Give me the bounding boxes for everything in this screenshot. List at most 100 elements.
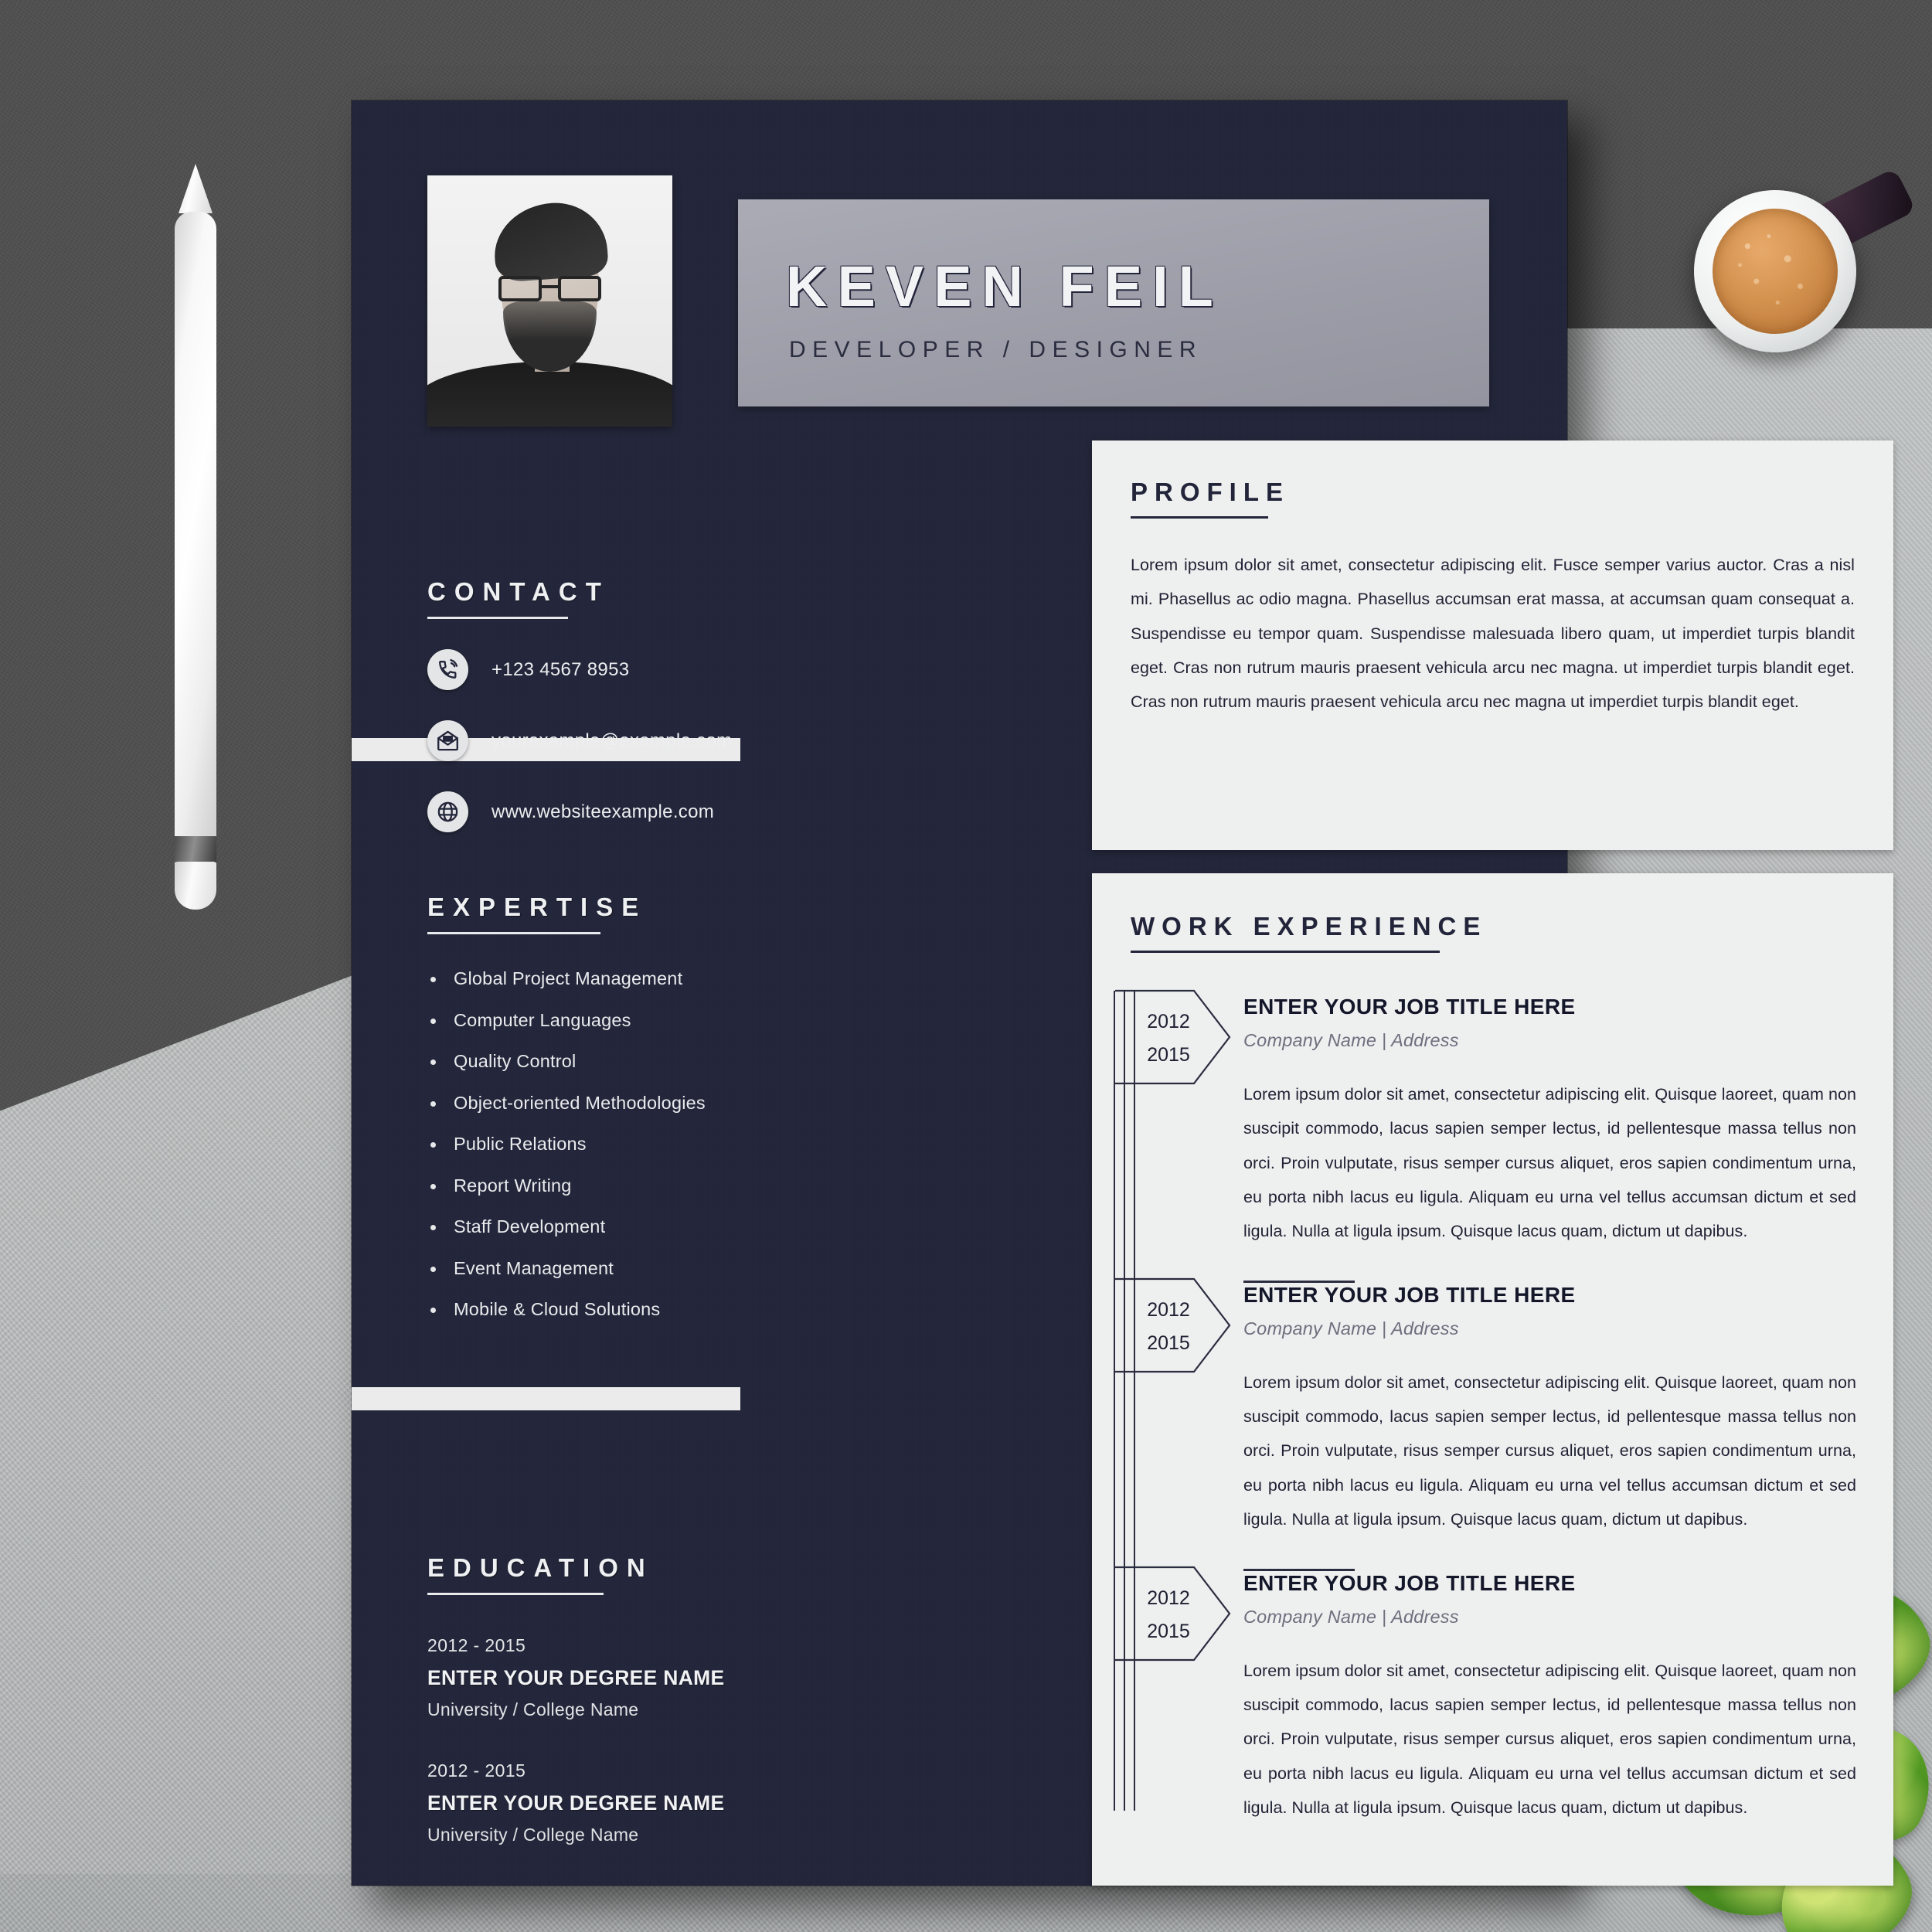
candidate-role: DEVELOPER / DESIGNER bbox=[789, 337, 1203, 362]
education-entry: 2012 - 2015 ENTER YOUR DEGREE NAME Unive… bbox=[427, 1760, 760, 1845]
bullet-icon bbox=[430, 1142, 436, 1148]
expertise-section: EXPERTISE Global Project Management Comp… bbox=[427, 893, 752, 1341]
contact-row-website[interactable]: www.websiteexample.com bbox=[427, 791, 736, 832]
job-description: Lorem ipsum dolor sit amet, consectetur … bbox=[1243, 1085, 1856, 1241]
job-title: ENTER YOUR JOB TITLE HERE bbox=[1243, 995, 1576, 1019]
job-year-end: 2015 bbox=[1147, 1620, 1190, 1642]
work-heading: WORK EXPERIENCE bbox=[1131, 912, 1488, 940]
job-description: Lorem ipsum dolor sit amet, consectetur … bbox=[1243, 1372, 1856, 1529]
expertise-item-label: Staff Development bbox=[454, 1216, 606, 1236]
list-item: Computer Languages bbox=[427, 1010, 752, 1031]
resume-page: KEVEN FEIL DEVELOPER / DESIGNER CONTACT … bbox=[352, 100, 1893, 1886]
bullet-icon bbox=[430, 1060, 436, 1065]
job-list: 2012 2015 ENTER YOUR JOB TITLE HERE Comp… bbox=[1115, 989, 1856, 1825]
profile-heading: PROFILE bbox=[1131, 478, 1291, 506]
education-entry: 2012 - 2015 ENTER YOUR DEGREE NAME Unive… bbox=[427, 1635, 760, 1720]
contact-value-phone: +123 4567 8953 bbox=[492, 658, 630, 680]
expertise-item-label: Public Relations bbox=[454, 1134, 587, 1154]
profile-text: Lorem ipsum dolor sit amet, consectetur … bbox=[1131, 556, 1855, 712]
education-rule bbox=[427, 1593, 604, 1595]
job-years: 2012 2015 bbox=[1135, 1294, 1202, 1360]
work-rule bbox=[1131, 951, 1440, 953]
expertise-item-label: Report Writing bbox=[454, 1175, 572, 1196]
profile-rule bbox=[1131, 516, 1268, 519]
pencil-tip bbox=[179, 164, 213, 213]
list-item: Report Writing bbox=[427, 1175, 752, 1196]
coffee-cup-prop bbox=[1686, 168, 1917, 362]
job-company: Company Name | Address bbox=[1243, 1030, 1459, 1050]
education-section: EDUCATION 2012 - 2015 ENTER YOUR DEGREE … bbox=[427, 1553, 760, 1845]
contact-section: CONTACT +123 4567 8953 yourexample@examp… bbox=[427, 577, 736, 832]
education-degree: ENTER YOUR DEGREE NAME bbox=[427, 1791, 725, 1815]
job-company: Company Name | Address bbox=[1243, 1606, 1459, 1627]
envelope-icon bbox=[427, 720, 468, 761]
bullet-icon bbox=[430, 1018, 436, 1024]
education-degree: ENTER YOUR DEGREE NAME bbox=[427, 1666, 725, 1689]
expertise-item-label: Computer Languages bbox=[454, 1009, 631, 1030]
photo-glasses bbox=[498, 276, 602, 301]
contact-row-email[interactable]: yourexample@example.com bbox=[427, 720, 736, 761]
list-item: Mobile & Cloud Solutions bbox=[427, 1299, 752, 1320]
bullet-icon bbox=[430, 1308, 436, 1313]
work-experience-section: WORK EXPERIENCE 2012 2015 ENTER YOUR JOB… bbox=[1092, 873, 1893, 1886]
job-description: Lorem ipsum dolor sit amet, consectetur … bbox=[1243, 1661, 1856, 1817]
glasses-right-lens bbox=[558, 276, 602, 301]
expertise-item-label: Object-oriented Methodologies bbox=[454, 1092, 706, 1113]
job-company: Company Name | Address bbox=[1243, 1318, 1459, 1338]
phone-icon bbox=[427, 649, 468, 690]
bullet-icon bbox=[430, 1100, 436, 1107]
job-title: ENTER YOUR JOB TITLE HERE bbox=[1243, 1282, 1576, 1307]
profile-photo bbox=[427, 175, 672, 427]
contact-value-website: www.websiteexample.com bbox=[492, 801, 715, 822]
education-school: University / College Name bbox=[427, 1825, 639, 1845]
bullet-icon bbox=[430, 1183, 436, 1189]
pencil-band bbox=[175, 836, 216, 862]
education-heading: EDUCATION bbox=[427, 1553, 654, 1582]
name-banner: KEVEN FEIL DEVELOPER / DESIGNER bbox=[738, 199, 1489, 406]
bullet-icon bbox=[430, 1225, 436, 1230]
job-year-start: 2012 bbox=[1147, 1011, 1190, 1032]
education-years: 2012 - 2015 bbox=[427, 1635, 526, 1655]
expertise-item-label: Mobile & Cloud Solutions bbox=[454, 1299, 661, 1319]
contact-heading: CONTACT bbox=[427, 577, 610, 606]
list-item: Global Project Management bbox=[427, 968, 752, 989]
job-year-end: 2015 bbox=[1147, 1332, 1190, 1354]
expertise-rule bbox=[427, 932, 600, 934]
expertise-item-label: Event Management bbox=[454, 1257, 614, 1278]
expertise-list: Global Project Management Computer Langu… bbox=[427, 968, 752, 1320]
job-entry: 2012 2015 ENTER YOUR JOB TITLE HERE Comp… bbox=[1115, 989, 1856, 1248]
glasses-bridge bbox=[541, 285, 559, 289]
job-entry: 2012 2015 ENTER YOUR JOB TITLE HERE Comp… bbox=[1115, 1566, 1856, 1825]
pencil-body bbox=[175, 212, 216, 892]
pencil-cap bbox=[175, 862, 216, 910]
bullet-icon bbox=[430, 1266, 436, 1272]
job-title: ENTER YOUR JOB TITLE HERE bbox=[1243, 1570, 1576, 1595]
sidebar-gap-2 bbox=[352, 1387, 740, 1410]
list-item: Event Management bbox=[427, 1258, 752, 1279]
contact-rule bbox=[427, 617, 568, 619]
job-year-start: 2012 bbox=[1147, 1298, 1190, 1321]
globe-icon bbox=[427, 791, 468, 832]
bullet-icon bbox=[430, 977, 436, 982]
job-entry: 2012 2015 ENTER YOUR JOB TITLE HERE Comp… bbox=[1115, 1277, 1856, 1536]
job-year-end: 2015 bbox=[1147, 1044, 1190, 1066]
apple-pencil-prop bbox=[164, 164, 230, 944]
glasses-left-lens bbox=[498, 276, 542, 301]
education-years: 2012 - 2015 bbox=[427, 1760, 526, 1781]
contact-row-phone[interactable]: +123 4567 8953 bbox=[427, 649, 736, 690]
profile-section: PROFILE Lorem ipsum dolor sit amet, cons… bbox=[1092, 440, 1893, 850]
list-item: Object-oriented Methodologies bbox=[427, 1093, 752, 1114]
list-item: Staff Development bbox=[427, 1216, 752, 1237]
job-year-start: 2012 bbox=[1147, 1587, 1190, 1609]
list-item: Public Relations bbox=[427, 1134, 752, 1155]
education-school: University / College Name bbox=[427, 1699, 639, 1719]
candidate-name: KEVEN FEIL bbox=[786, 254, 1223, 318]
expertise-item-label: Quality Control bbox=[454, 1051, 577, 1071]
job-years: 2012 2015 bbox=[1135, 1582, 1202, 1648]
cup-foam bbox=[1713, 209, 1838, 334]
expertise-item-label: Global Project Management bbox=[454, 968, 683, 988]
contact-value-email: yourexample@example.com bbox=[492, 730, 733, 751]
expertise-heading: EXPERTISE bbox=[427, 893, 648, 921]
list-item: Quality Control bbox=[427, 1051, 752, 1072]
job-years: 2012 2015 bbox=[1135, 1005, 1202, 1072]
